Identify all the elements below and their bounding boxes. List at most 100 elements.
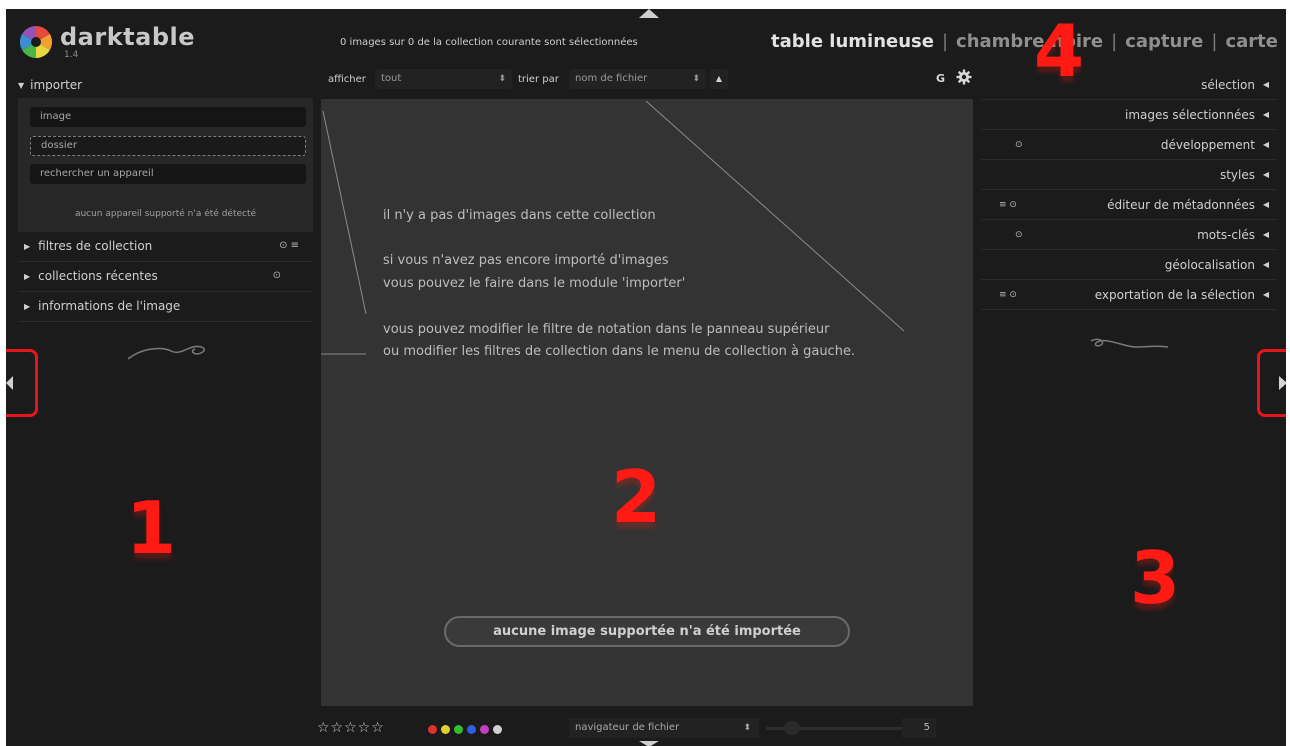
annotation-number-2: 2 [611, 455, 662, 539]
annotation-number-3: 3 [1130, 536, 1181, 620]
app-version: 1.4 [64, 50, 79, 60]
module-metadata-editor[interactable]: ≡ ⊙ éditeur de métadonnées ◀ [981, 190, 1277, 220]
module-geotagging[interactable]: géolocalisation ◀ [981, 250, 1277, 280]
panel-end-ornament-icon [127, 345, 205, 360]
module-recent-collections[interactable]: ▶ collections récentes ⊙ [18, 262, 313, 292]
view-map[interactable]: carte [1225, 31, 1278, 52]
color-label-yellow[interactable] [441, 725, 450, 734]
show-filter-select[interactable]: tout ⬍ [375, 69, 512, 89]
right-panel-toggle[interactable] [1257, 349, 1286, 417]
module-label: styles [1219, 168, 1255, 182]
empty-message-line: si vous n'avez pas encore importé d'imag… [383, 253, 669, 268]
scan-devices-button[interactable]: rechercher un appareil [30, 164, 306, 184]
module-preset-icons[interactable]: ⊙ ≡ [279, 232, 299, 260]
expand-left-icon: ◀ [1262, 260, 1269, 269]
arrow-right-icon [1279, 376, 1286, 390]
sort-by-select[interactable]: nom de fichier ⬍ [569, 69, 706, 89]
expand-left-icon: ◀ [1262, 110, 1269, 119]
color-label-purple[interactable] [480, 725, 489, 734]
sort-by-value: nom de fichier [575, 73, 648, 84]
view-lighttable[interactable]: table lumineuse [771, 31, 934, 52]
view-switcher: table lumineuse | chambre noire | capture | ca… [771, 31, 1278, 52]
collapsed-triangle-icon: ▶ [24, 302, 31, 311]
import-image-button[interactable]: image [30, 107, 306, 127]
module-styles[interactable]: styles ◀ [981, 160, 1277, 190]
view-separator: | [941, 31, 949, 52]
annotation-number-4: 4 [1034, 9, 1085, 93]
module-label: développement [1160, 138, 1255, 152]
spin-arrows-icon: ⬍ [692, 74, 700, 84]
collapsed-triangle-icon: ▶ [24, 272, 31, 281]
empty-message-line: ou modifier les filtres de collection da… [383, 344, 856, 359]
module-label: sélection [1201, 78, 1255, 92]
grid-toggle-button[interactable]: G [936, 72, 945, 85]
module-label: exportation de la sélection [1094, 288, 1255, 302]
show-label: afficher [328, 74, 366, 85]
arrow-left-icon [6, 376, 13, 390]
module-label: mots-clés [1197, 228, 1255, 242]
import-module-header[interactable]: ▼ importer [18, 78, 82, 92]
zoom-value-input[interactable]: 5 [902, 718, 936, 738]
spin-arrows-icon: ⬍ [743, 723, 751, 733]
darktable-window: darktable 1.4 0 images sur 0 de la colle… [6, 9, 1286, 746]
module-label: filtres de collection [38, 239, 153, 253]
module-preset-icons[interactable]: ≡ ⊙ [999, 190, 1017, 220]
module-selected-images[interactable]: images sélectionnées ◀ [981, 100, 1277, 130]
module-label: images sélectionnées [1124, 108, 1255, 122]
expand-left-icon: ◀ [1262, 80, 1269, 89]
spin-arrows-icon: ⬍ [498, 74, 506, 84]
view-separator: | [1111, 31, 1118, 52]
color-label-gray[interactable] [493, 725, 502, 734]
module-preset-icons[interactable]: ⊙ [1015, 220, 1023, 250]
top-panel-toggle-icon[interactable] [639, 9, 659, 18]
expanded-triangle-icon: ▼ [18, 81, 25, 90]
app-name: darktable [60, 23, 196, 51]
sort-direction-button[interactable]: ▲ [710, 69, 728, 89]
no-device-note: aucun appareil supporté n'a été détecté [74, 209, 257, 219]
darktable-logo-icon [19, 25, 53, 59]
color-label-red[interactable] [428, 725, 437, 734]
sort-label: trier par [518, 74, 559, 85]
module-preset-icons[interactable]: ⊙ [1015, 130, 1023, 160]
import-folder-button[interactable]: dossier [30, 136, 306, 156]
empty-message-line: vous pouvez modifier le filtre de notati… [383, 322, 830, 337]
collapsed-triangle-icon: ▶ [24, 242, 31, 251]
module-preset-icons[interactable]: ⊙ [273, 262, 281, 290]
panel-end-ornament-icon [1090, 338, 1169, 348]
expand-left-icon: ◀ [1262, 200, 1269, 209]
empty-message-line: il n'y a pas d'images dans cette collect… [383, 208, 656, 223]
layout-mode-value: navigateur de fichier [575, 722, 680, 733]
bottom-panel-toggle-icon[interactable] [639, 741, 659, 746]
module-export-selected[interactable]: ≡ ⊙ exportation de la sélection ◀ [981, 280, 1277, 310]
module-collection-filters[interactable]: ▶ filtres de collection ⊙ ≡ [18, 232, 313, 262]
expand-left-icon: ◀ [1262, 290, 1269, 299]
module-image-information[interactable]: ▶ informations de l'image [18, 292, 313, 322]
gear-icon[interactable] [956, 69, 972, 85]
expand-left-icon: ◀ [1262, 230, 1269, 239]
module-label: éditeur de métadonnées [1107, 198, 1255, 212]
annotation-number-1: 1 [126, 486, 177, 570]
view-tethering[interactable]: capture [1125, 31, 1203, 52]
left-panel-toggle[interactable] [6, 349, 38, 417]
module-label: informations de l'image [38, 299, 181, 313]
module-label: collections récentes [38, 269, 158, 283]
expand-left-icon: ◀ [1262, 170, 1269, 179]
color-label-green[interactable] [454, 725, 463, 734]
module-history-stack[interactable]: ⊙ développement ◀ [981, 130, 1277, 160]
guide-lines [321, 100, 905, 355]
star-rating-filter[interactable]: ☆☆☆☆☆ [317, 720, 385, 736]
layout-mode-select[interactable]: navigateur de fichier ⬍ [569, 718, 759, 738]
module-select[interactable]: sélection ◀ [981, 70, 1277, 100]
import-module-title: importer [30, 78, 83, 92]
module-tagging[interactable]: ⊙ mots-clés ◀ [981, 220, 1277, 250]
expand-left-icon: ◀ [1262, 140, 1269, 149]
empty-message-line: vous pouvez le faire dans le module 'imp… [383, 276, 686, 291]
lighttable-center-area[interactable] [321, 99, 973, 706]
show-filter-value: tout [381, 73, 402, 84]
view-separator: | [1211, 31, 1218, 52]
no-images-status: aucune image supportée n'a été importée [444, 616, 850, 647]
color-label-blue[interactable] [467, 725, 476, 734]
module-preset-icons[interactable]: ≡ ⊙ [999, 280, 1017, 310]
triangle-up-icon: ▲ [715, 74, 723, 83]
zoom-slider-handle[interactable] [784, 721, 800, 735]
